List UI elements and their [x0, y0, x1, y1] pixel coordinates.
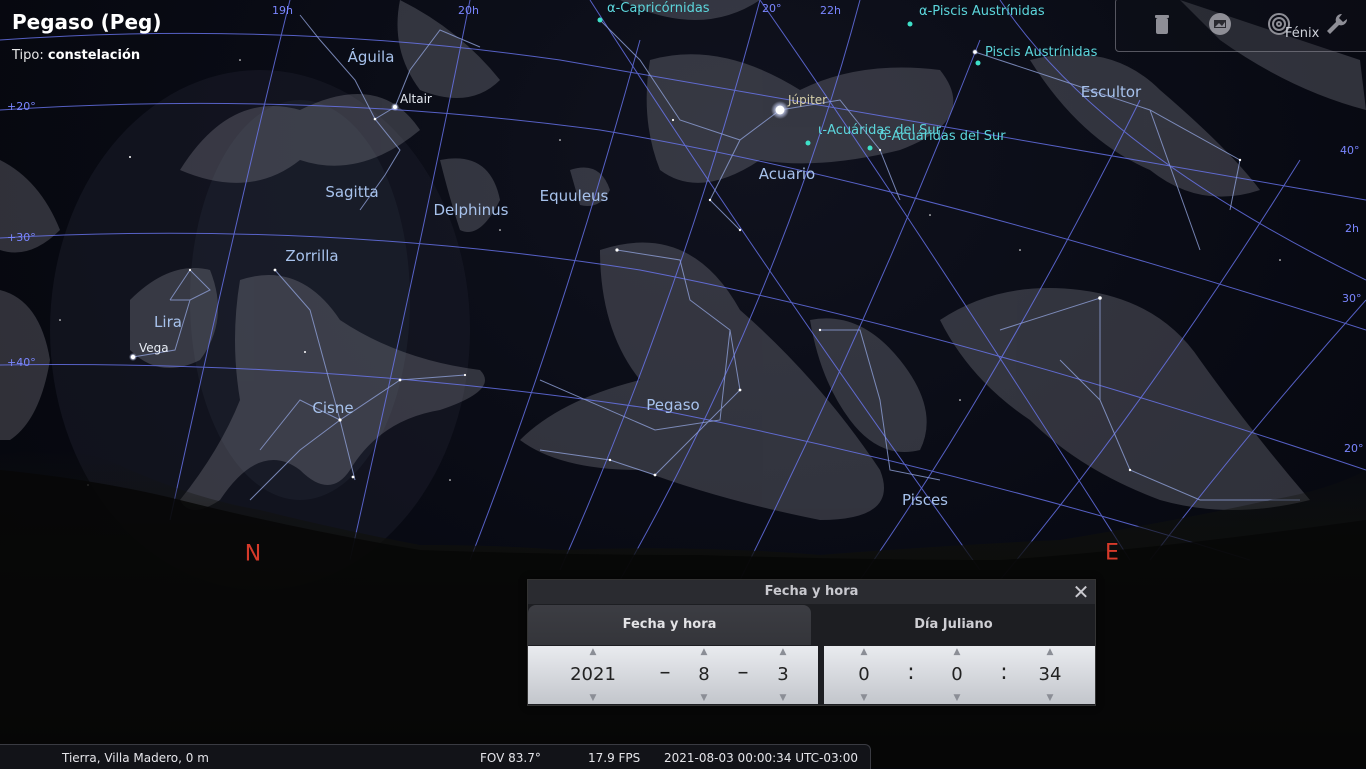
year-value[interactable]: 2021	[563, 664, 623, 685]
image-icon[interactable]	[1206, 10, 1234, 38]
constellation-label-pegasus[interactable]: Pegaso	[646, 396, 699, 414]
hour-down-icon[interactable]: ▼	[834, 693, 894, 703]
constellation-label-vulpecula[interactable]: Zorrilla	[285, 247, 338, 265]
status-fov: FOV 83.7°	[480, 751, 541, 765]
constellation-label-aquila[interactable]: Águila	[348, 48, 395, 66]
location-name[interactable]: Fénix	[1285, 26, 1319, 41]
second-value[interactable]: 34	[1020, 664, 1080, 685]
time-separator: :	[1000, 660, 1008, 685]
grid-label-ra-19h: 19h	[272, 4, 293, 17]
day-value[interactable]: 3	[753, 664, 813, 685]
time-spinners: ▲ 0 ▼ : ▲ 0 ▼ : ▲ 34 ▼	[824, 646, 1095, 704]
constellation-label-pisces[interactable]: Pisces	[902, 491, 948, 509]
constellation-label-sagitta[interactable]: Sagitta	[325, 183, 378, 201]
grid-label-dec-40: +40°	[7, 356, 36, 369]
day-down-icon[interactable]: ▼	[753, 693, 813, 703]
selected-object-type: Tipo: constelación	[12, 48, 140, 63]
grid-label-dec-30: +30°	[7, 231, 36, 244]
second-spinner[interactable]: ▲ 34 ▼	[1020, 646, 1080, 704]
constellation-label-delphinus[interactable]: Delphinus	[434, 201, 509, 219]
constellation-label-lyra[interactable]: Lira	[154, 313, 182, 331]
hour-value[interactable]: 0	[834, 664, 894, 685]
status-fps: 17.9 FPS	[588, 751, 641, 765]
hour-spinner[interactable]: ▲ 0 ▼	[834, 646, 894, 704]
planet-label-jupiter[interactable]: Júpiter	[788, 93, 827, 107]
status-datetime[interactable]: 2021-08-03 00:00:34 UTC-03:00	[664, 751, 858, 765]
type-value: constelación	[47, 48, 141, 63]
day-up-icon[interactable]: ▲	[753, 647, 813, 657]
date-separator: –	[659, 660, 671, 685]
grid-label-dec-right-40: 40°	[1340, 144, 1360, 157]
year-up-icon[interactable]: ▲	[563, 647, 623, 657]
month-spinner[interactable]: ▲ 8 ▼	[674, 646, 734, 704]
second-down-icon[interactable]: ▼	[1020, 693, 1080, 703]
cardinal-east: E	[1105, 540, 1119, 566]
constellation-label-sculptor[interactable]: Escultor	[1081, 83, 1141, 101]
dialog-title: Fecha y hora	[764, 584, 859, 599]
constellation-label-equuleus[interactable]: Equuleus	[540, 187, 609, 205]
hour-up-icon[interactable]: ▲	[834, 647, 894, 657]
trash-icon[interactable]	[1148, 10, 1176, 38]
shower-label-delta-aquariids[interactable]: δ-Acuáridas del Sur	[879, 129, 1006, 144]
cardinal-north: N	[244, 541, 262, 567]
year-spinner[interactable]: ▲ 2021 ▼	[563, 646, 623, 704]
selected-object-title: Pegaso (Peg)	[12, 10, 162, 34]
shower-label-alpha-piscis-austrinids[interactable]: α-Piscis Austrínidas	[919, 4, 1045, 19]
grid-label-dec-right-20: 20°	[1344, 442, 1364, 455]
grid-label-dec-right-30: 30°	[1342, 292, 1362, 305]
grid-label-dec-20: +20°	[7, 100, 36, 113]
wrench-icon[interactable]	[1322, 10, 1350, 38]
star-label-altair[interactable]: Altair	[400, 92, 432, 106]
shower-label-alpha-capricornids[interactable]: α-Capricórnidas	[607, 1, 710, 16]
day-spinner[interactable]: ▲ 3 ▼	[753, 646, 813, 704]
constellation-label-cygnus[interactable]: Cisne	[312, 399, 353, 417]
grid-label-ra-20deg: 20°	[762, 2, 782, 15]
minute-up-icon[interactable]: ▲	[927, 647, 987, 657]
close-icon[interactable]: ✕	[1071, 581, 1091, 603]
star-label-vega[interactable]: Vega	[139, 341, 169, 355]
tab-date-time[interactable]: Fecha y hora	[528, 605, 811, 645]
minute-value[interactable]: 0	[927, 664, 987, 685]
status-bar: Tierra, Villa Madero, 0 m FOV 83.7° 17.9…	[0, 744, 871, 769]
date-separator: –	[737, 660, 749, 685]
status-location[interactable]: Tierra, Villa Madero, 0 m	[62, 751, 209, 765]
grid-label-ra-22h: 22h	[820, 4, 841, 17]
month-value[interactable]: 8	[674, 664, 734, 685]
year-down-icon[interactable]: ▼	[563, 693, 623, 703]
shower-label-piscis-austrinids[interactable]: Piscis Austrínidas	[985, 45, 1097, 60]
date-spinners: ▲ 2021 ▼ – ▲ 8 ▼ – ▲ 3 ▼	[528, 646, 818, 704]
minute-spinner[interactable]: ▲ 0 ▼	[927, 646, 987, 704]
second-up-icon[interactable]: ▲	[1020, 647, 1080, 657]
constellation-label-aquarius[interactable]: Acuario	[759, 165, 815, 183]
grid-label-ra-2h: 2h	[1345, 222, 1359, 235]
date-time-dialog: Fecha y hora ✕ Fecha y hora Día Juliano …	[527, 579, 1096, 706]
grid-label-ra-20h: 20h	[458, 4, 479, 17]
tab-julian-day[interactable]: Día Juliano	[812, 605, 1095, 645]
month-down-icon[interactable]: ▼	[674, 693, 734, 703]
minute-down-icon[interactable]: ▼	[927, 693, 987, 703]
month-up-icon[interactable]: ▲	[674, 647, 734, 657]
type-label: Tipo:	[12, 48, 44, 63]
time-separator: :	[907, 660, 915, 685]
